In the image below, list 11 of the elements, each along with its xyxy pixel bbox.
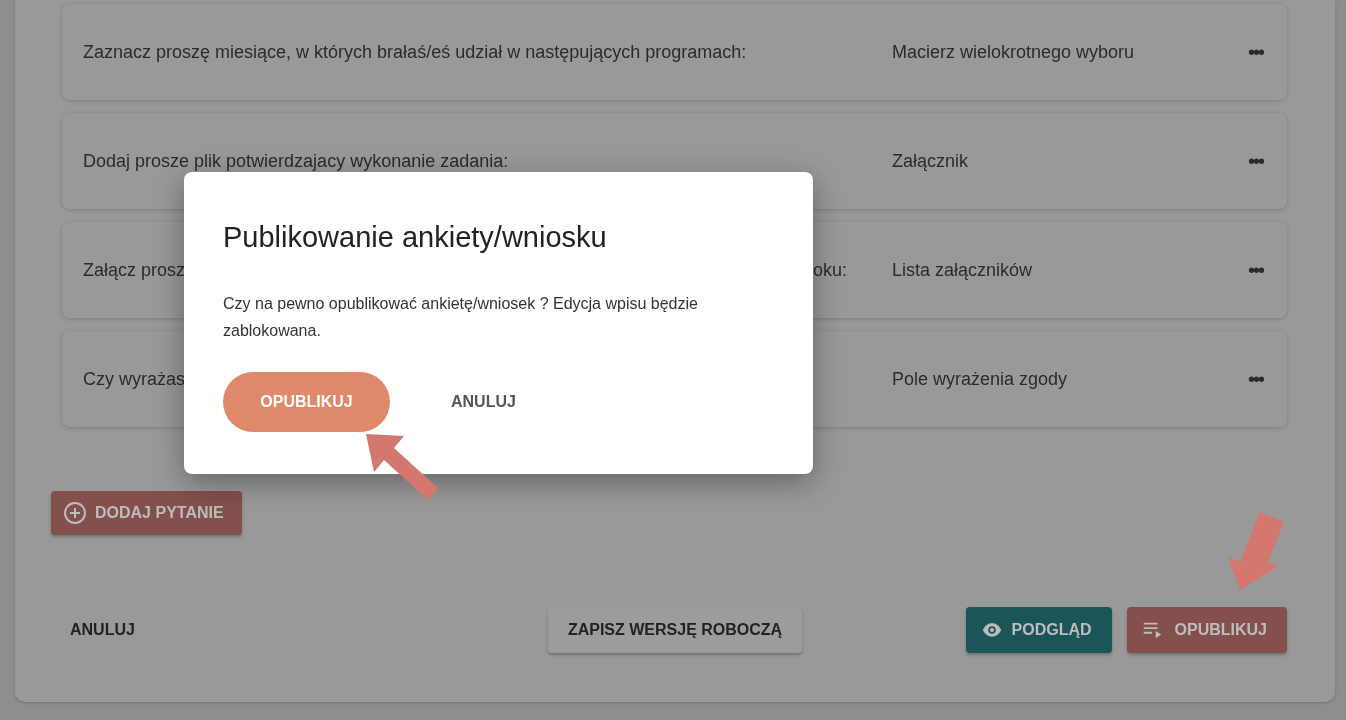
question-text: Czy wyrażas (83, 368, 185, 390)
dialog-title: Publikowanie ankiety/wniosku (223, 221, 608, 254)
question-type: Lista załączników (892, 259, 1034, 281)
question-text: Załącz prosz (83, 259, 186, 281)
question-text: Dodaj prosze plik potwierdzajacy wykonanie zadania: (83, 150, 509, 172)
dialog-message: Czy na pewno opublikować ankietę/wniosek ? Edycja wpisu będzie zablokowana. (223, 294, 699, 341)
question-type: Macierz wielokrotnego wyboru (892, 41, 1136, 63)
question-type: Załącznik (892, 150, 970, 172)
question-type: Pole wyrażenia zgody (892, 368, 1069, 390)
question-text: Zaznacz proszę miesiące, w których brałaś/eś udział w następujących programach: (83, 41, 747, 63)
question-text: oku: (812, 259, 847, 281)
